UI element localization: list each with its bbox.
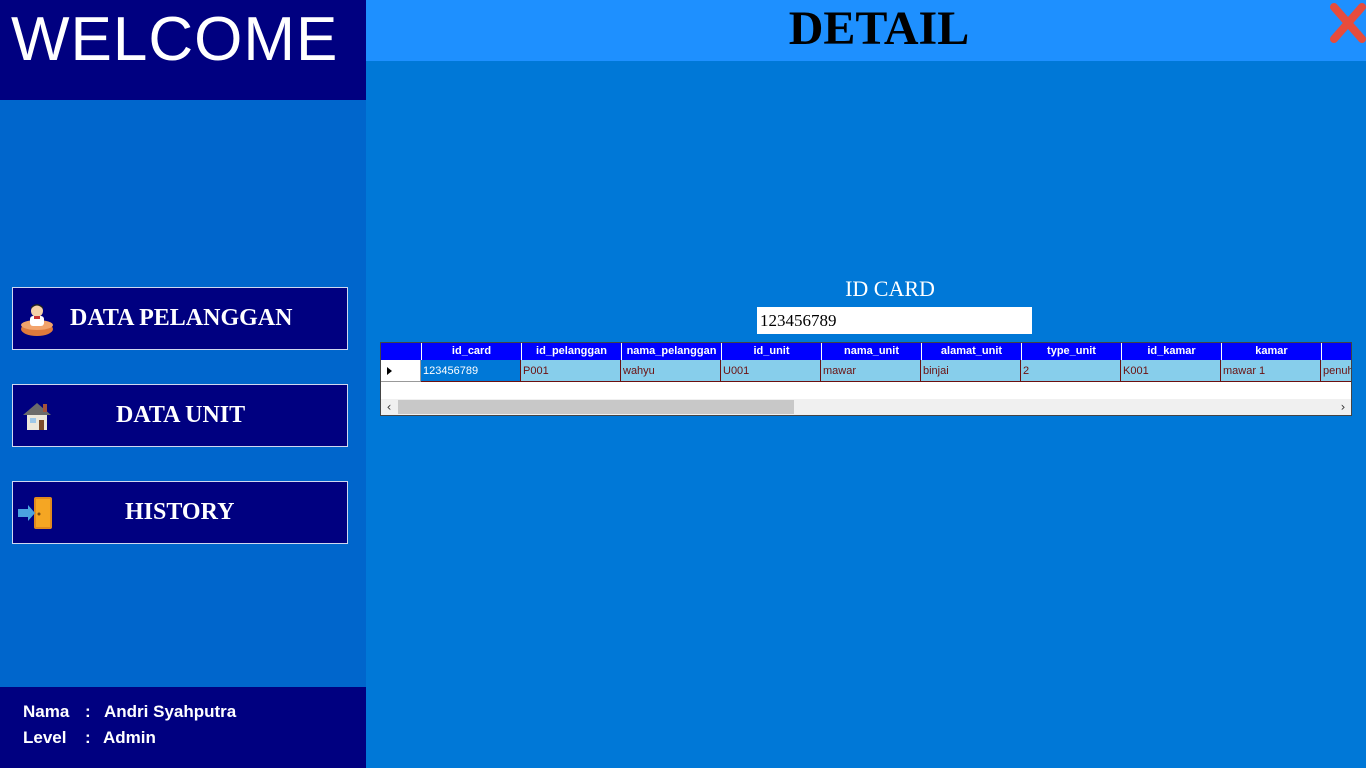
current-row-arrow-icon xyxy=(387,367,392,375)
table-cell[interactable]: wahyu xyxy=(621,360,721,382)
header-bar: DETAIL xyxy=(366,0,1366,61)
close-icon[interactable] xyxy=(1330,3,1366,43)
id-card-label: ID CARD xyxy=(845,276,935,301)
column-header-alamat-unit[interactable]: alamat_unit xyxy=(921,343,1021,360)
column-header-id-unit[interactable]: id_unit xyxy=(721,343,821,360)
nama-label: Nama xyxy=(23,702,70,721)
scroll-right-icon[interactable]: › xyxy=(1335,399,1351,415)
data-pelanggan-button[interactable]: DATA PELANGGAN xyxy=(12,287,348,350)
table-cell[interactable]: binjai xyxy=(921,360,1021,382)
door-exit-icon xyxy=(18,497,52,529)
history-label: HISTORY xyxy=(125,499,235,525)
detail-grid[interactable]: id_card id_pelanggan nama_pelanggan id_u… xyxy=(380,342,1352,416)
table-cell[interactable]: K001 xyxy=(1121,360,1221,382)
column-header-kamar[interactable]: kamar xyxy=(1221,343,1321,360)
column-header-type-unit[interactable]: type_unit xyxy=(1021,343,1121,360)
house-icon xyxy=(23,403,51,430)
data-pelanggan-label: DATA PELANGGAN xyxy=(70,305,293,331)
horizontal-scrollbar[interactable]: ‹ › xyxy=(381,399,1351,415)
column-header-id-kamar[interactable]: id_kamar xyxy=(1121,343,1221,360)
level-label: Level xyxy=(23,728,67,747)
table-cell[interactable]: mawar xyxy=(821,360,921,382)
table-cell[interactable]: U001 xyxy=(721,360,821,382)
data-unit-button[interactable]: DATA UNIT xyxy=(12,384,348,447)
customer-icon xyxy=(21,304,53,336)
data-unit-label: DATA UNIT xyxy=(116,402,246,428)
scrollbar-thumb[interactable] xyxy=(398,400,794,414)
table-cell[interactable]: penuh xyxy=(1321,360,1351,382)
scroll-left-icon[interactable]: ‹ xyxy=(381,399,397,415)
table-cell[interactable]: 123456789 xyxy=(421,360,521,382)
level-value: Admin xyxy=(103,728,156,747)
grid-header: id_card id_pelanggan nama_pelanggan id_u… xyxy=(381,343,1351,360)
level-separator: : xyxy=(85,728,91,747)
id-card-input[interactable] xyxy=(757,307,1032,334)
table-cell[interactable]: P001 xyxy=(521,360,621,382)
column-header-nama-unit[interactable]: nama_unit xyxy=(821,343,921,360)
column-header-overflow[interactable] xyxy=(1321,343,1351,360)
sidebar: WELCOME DATA PELANGGAN DATA UNIT HISTORY… xyxy=(0,0,366,768)
row-selector[interactable] xyxy=(381,360,421,382)
table-cell[interactable]: mawar 1 xyxy=(1221,360,1321,382)
nama-separator: : xyxy=(85,702,91,721)
page-title: DETAIL xyxy=(788,2,970,55)
table-row[interactable]: 123456789 P001 wahyu U001 mawar binjai 2… xyxy=(381,360,1351,382)
column-header-id-card[interactable]: id_card xyxy=(421,343,521,360)
table-cell[interactable]: 2 xyxy=(1021,360,1121,382)
welcome-banner: WELCOME xyxy=(0,0,366,100)
column-header-id-pelanggan[interactable]: id_pelanggan xyxy=(521,343,621,360)
history-button[interactable]: HISTORY xyxy=(12,481,348,544)
user-info: Nama : Andri Syahputra Level : Admin xyxy=(0,687,366,768)
column-header-nama-pelanggan[interactable]: nama_pelanggan xyxy=(621,343,721,360)
nama-value: Andri Syahputra xyxy=(104,702,237,721)
